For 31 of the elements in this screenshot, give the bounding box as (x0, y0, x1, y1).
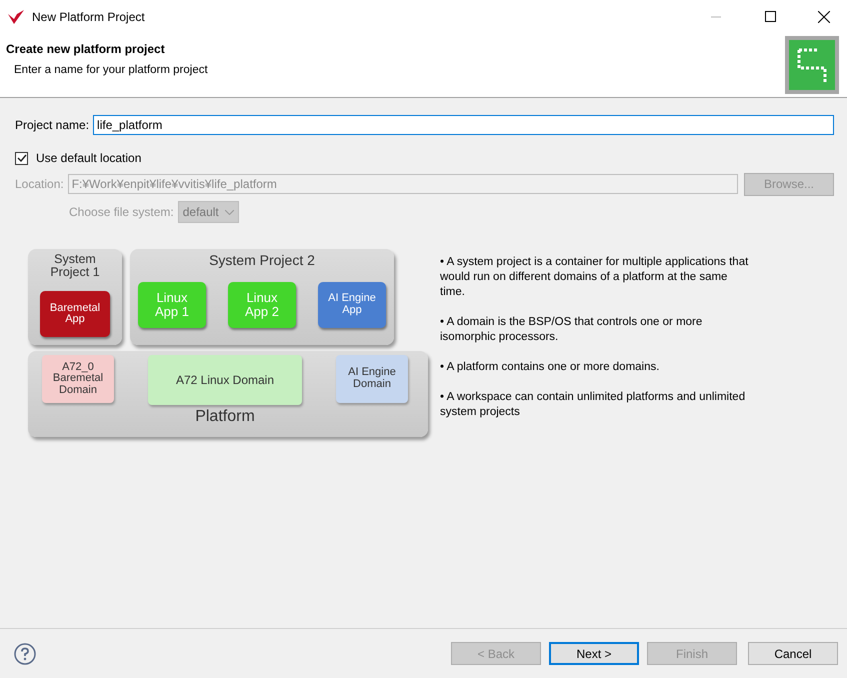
wizard-button[interactable]: Next > (549, 642, 639, 665)
info-note: • A workspace can contain unlimited platforms and unlimited system projects (440, 390, 746, 420)
app-block: Linux App 2 (228, 282, 296, 328)
platform-title: Platform (195, 409, 255, 426)
domain-block: A72_0 Baremetal Domain (42, 355, 114, 403)
info-note: • A domain is the BSP/OS that controls one or more isomorphic processors. (440, 315, 704, 345)
domain-block: AI Engine Domain (336, 355, 408, 403)
logo-icon (8, 10, 24, 24)
system-project-title: System Project 2 (209, 253, 315, 268)
system-project-title: System Project 1 (49, 253, 101, 280)
help-icon[interactable] (14, 642, 36, 664)
app-block: Linux App 1 (138, 282, 206, 328)
chevron-down-icon (224, 210, 234, 214)
project-name-field[interactable]: life_platform (93, 115, 834, 135)
info-note: • A system project is a container for multiple applications that would run on different domains of a platform at the same time. (440, 255, 750, 300)
close-icon[interactable] (818, 10, 830, 22)
window-title: New Platform Project (32, 10, 146, 24)
maximize-icon[interactable] (764, 11, 776, 22)
default-location-label: Use default location (36, 151, 142, 165)
file-system-label: Choose file system: (69, 205, 174, 219)
page-title: Create new platform project (6, 42, 166, 56)
default-location-checkbox[interactable] (15, 152, 28, 164)
domain-block: A72 Linux Domain (148, 355, 302, 405)
info-note: • A platform contains one or more domains. (440, 360, 660, 375)
wizard-button[interactable]: Cancel (748, 642, 838, 665)
app-block: Baremetal App (40, 291, 110, 338)
page-description: Enter a name for your platform project (13, 64, 208, 76)
project-name-label: Project name: (15, 118, 90, 132)
wizard-icon (785, 36, 839, 94)
app-block: AI Engine App (318, 282, 386, 328)
location-label: Location: (15, 177, 64, 191)
